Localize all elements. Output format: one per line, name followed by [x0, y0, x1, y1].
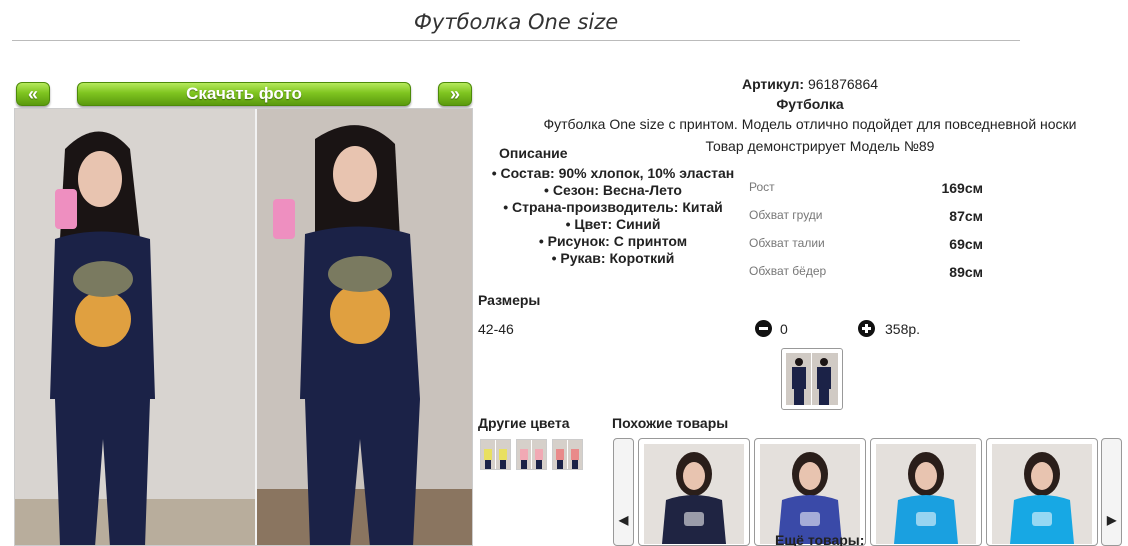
- title-divider: [12, 40, 1020, 41]
- color-variant-thumbnail[interactable]: [552, 439, 583, 470]
- description-item: Страна-производитель: Китай: [478, 199, 748, 216]
- description-list: Состав: 90% хлопок, 10% эластан Сезон: В…: [478, 165, 748, 267]
- arrow-left-icon: ◀: [619, 513, 629, 527]
- thumbnail-image: [786, 353, 838, 405]
- measurement-value: 69см: [949, 236, 983, 252]
- other-colors-list: [480, 439, 583, 470]
- similar-product-image: [876, 444, 976, 544]
- price: 358р.: [885, 321, 921, 337]
- description-item: Состав: 90% хлопок, 10% эластан: [478, 165, 748, 182]
- measurement-label: Рост: [749, 180, 775, 194]
- color-variant-thumbnail[interactable]: [480, 439, 511, 470]
- measurement-label: Обхват бёдер: [749, 264, 827, 278]
- more-products-label: Ещё товары:: [775, 532, 865, 546]
- quantity-value: 0: [780, 321, 788, 337]
- download-photo-button[interactable]: Скачать фото: [77, 82, 411, 106]
- arrow-right-icon: ▶: [1107, 513, 1117, 527]
- similar-products-heading: Похожие товары: [612, 415, 729, 431]
- product-type: Футболка: [776, 96, 844, 112]
- measurement-label: Обхват груди: [749, 208, 823, 222]
- model-note: Товар демонстрирует Модель №89: [705, 138, 935, 154]
- similar-product-image: [760, 444, 860, 544]
- product-photo[interactable]: [14, 108, 473, 546]
- description-item: Сезон: Весна-Лето: [478, 182, 748, 199]
- product-thumbnail[interactable]: [781, 348, 843, 410]
- measurement-value: 169см: [941, 180, 983, 196]
- article-line: Артикул: 961876864: [490, 76, 1128, 92]
- measurement-row: Обхват талии 69см: [749, 236, 989, 264]
- measurement-value: 87см: [949, 208, 983, 224]
- description-item: Цвет: Синий: [478, 216, 748, 233]
- article-label: Артикул:: [741, 76, 805, 92]
- measurement-row: Обхват груди 87см: [749, 208, 989, 236]
- prev-photo-button[interactable]: «: [16, 82, 50, 106]
- measurement-label: Обхват талии: [749, 236, 825, 250]
- decrease-quantity-button[interactable]: [755, 320, 772, 337]
- similar-product-image: [644, 444, 744, 544]
- page-title: Футболка One size: [413, 10, 619, 34]
- similar-scroll-left-button[interactable]: ◀: [613, 438, 634, 546]
- size-value: 42-46: [478, 321, 514, 337]
- color-variant-thumbnail[interactable]: [516, 439, 547, 470]
- other-colors-heading: Другие цвета: [478, 415, 570, 431]
- similar-scroll-right-button[interactable]: ▶: [1101, 438, 1122, 546]
- model-measurements: Рост 169см Обхват груди 87см Обхват талии 6…: [749, 180, 989, 292]
- description-item: Рисунок: С принтом: [478, 233, 748, 250]
- article-value: 961876864: [807, 76, 879, 92]
- similar-product-item[interactable]: [986, 438, 1098, 546]
- description-heading: Описание: [499, 145, 568, 161]
- increase-quantity-button[interactable]: [858, 320, 875, 337]
- description-item: Рукав: Короткий: [478, 250, 748, 267]
- measurement-value: 89см: [949, 264, 983, 280]
- similar-product-item[interactable]: [638, 438, 750, 546]
- measurement-row: Обхват бёдер 89см: [749, 264, 989, 292]
- similar-product-item[interactable]: [754, 438, 866, 546]
- measurement-row: Рост 169см: [749, 180, 989, 208]
- product-short-description: Футболка One size с принтом. Модель отли…: [543, 116, 1077, 132]
- next-photo-button[interactable]: »: [438, 82, 472, 106]
- similar-product-image: [992, 444, 1092, 544]
- sizes-heading: Размеры: [478, 292, 541, 308]
- similar-product-item[interactable]: [870, 438, 982, 546]
